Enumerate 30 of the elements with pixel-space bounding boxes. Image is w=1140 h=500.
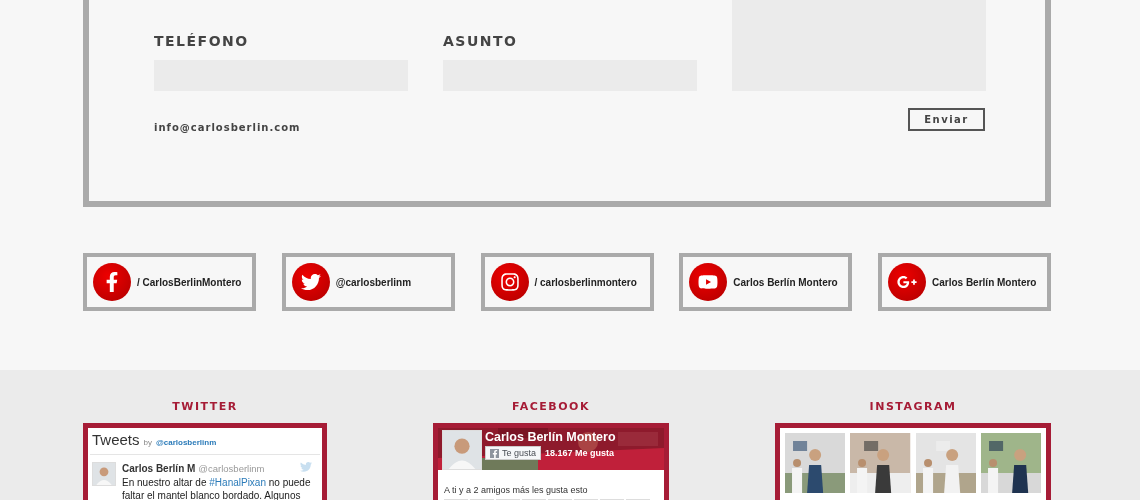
camera-icon <box>490 263 529 301</box>
social-label: / CarlosBerlinMontero <box>137 276 242 288</box>
social-label: / carlosberlinmontero <box>534 276 637 288</box>
social-label: Carlos Berlín Montero <box>733 276 838 288</box>
facebook-icon <box>93 263 131 301</box>
friends-text: A ti y a 2 amigos más les gusta esto <box>443 484 589 497</box>
section-heading: TWITTER <box>172 400 238 413</box>
social-label: Carlos Berlín Montero <box>932 276 1037 288</box>
field-label: ASUNTO <box>443 33 518 49</box>
social-link[interactable]: Carlos Berlín Montero <box>679 253 853 311</box>
bird-icon <box>291 263 330 301</box>
author-name: Carlos Berlín M <box>122 463 196 474</box>
bird-icon <box>300 462 312 472</box>
section-heading: INSTAGRAM <box>869 400 957 413</box>
social-link[interactable]: / CarlosBerlinMontero <box>83 253 256 311</box>
section-heading: FACEBOOK <box>512 400 590 413</box>
hashtag-link[interactable]: #HanalPixan <box>209 477 266 488</box>
social-link[interactable]: / carlosberlinmontero <box>480 253 654 311</box>
email-text: info@carlosberlin.com <box>154 122 301 133</box>
handle-link[interactable]: @carlosberlinm <box>156 438 217 447</box>
by-text: by <box>143 438 152 447</box>
widget-title: Tweets <box>92 431 140 448</box>
social-link[interactable]: @carlosberlinm <box>281 253 455 311</box>
google-plus-icon <box>888 263 926 301</box>
social-link[interactable]: Carlos Berlín Montero <box>878 253 1051 311</box>
author-handle: @carlosberlinm <box>198 463 265 474</box>
play-icon <box>689 263 728 301</box>
send-button[interactable]: Enviar <box>908 108 985 131</box>
field-label: TELÉFONO <box>154 33 249 49</box>
social-label: @carlosberlinm <box>335 276 412 288</box>
